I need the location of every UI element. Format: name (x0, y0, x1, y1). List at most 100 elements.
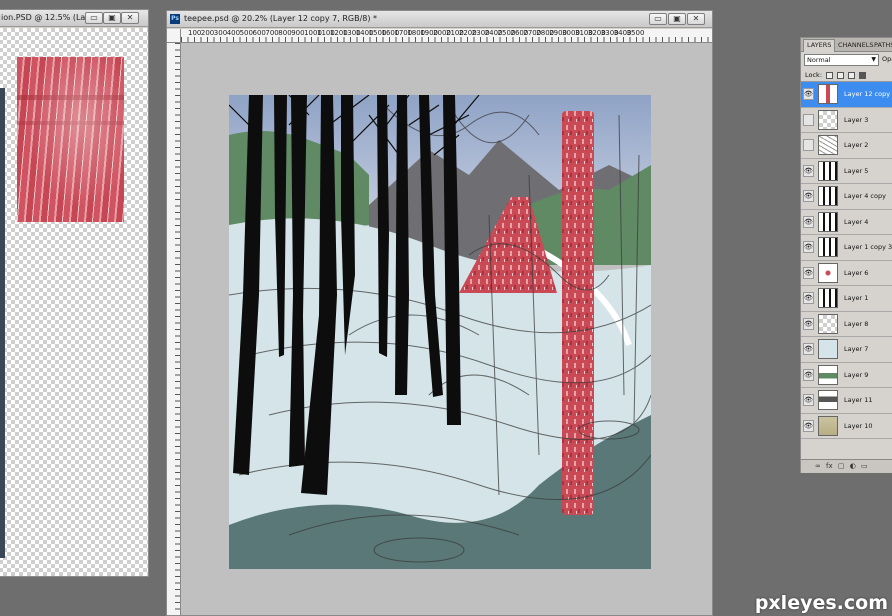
layer-name[interactable]: Layer 3 (844, 116, 868, 124)
layer-thumbnail[interactable] (818, 211, 838, 232)
panel-footer-icons[interactable]: ∞ fx ▢ ◐ ▭ (815, 462, 868, 470)
eye-icon[interactable]: 👁 (803, 419, 814, 432)
ruler-ticks (175, 43, 180, 615)
lock-label: Lock: (805, 71, 823, 79)
layer-thumbnail[interactable] (818, 160, 838, 181)
eye-icon[interactable]: 👁 (803, 394, 814, 406)
layer-row[interactable]: 👁 Layer 11 (801, 388, 892, 414)
photoshop-icon: Ps (170, 14, 180, 24)
layer-name[interactable]: Layer 12 copy (844, 90, 890, 98)
ruler-corner[interactable] (167, 29, 181, 43)
ruler-label: 300 (213, 29, 228, 37)
layer-row[interactable]: 👁 Layer 4 (801, 210, 892, 235)
layer-row[interactable]: 👁 Layer 5 (801, 159, 892, 184)
minimize-button[interactable]: ▭ (649, 13, 667, 25)
left-window-canvas[interactable] (0, 28, 148, 576)
layer-name[interactable]: Layer 8 (844, 320, 868, 328)
close-button[interactable]: ✕ (121, 12, 139, 24)
layer-row[interactable]: 👁 Layer 6 (801, 261, 892, 286)
layer-row[interactable]: 👁 Layer 12 copy (801, 82, 892, 108)
layer-row[interactable]: 👁 Layer 4 copy (801, 184, 892, 210)
eye-icon[interactable]: 👁 (803, 292, 814, 304)
layers-list[interactable]: 👁 Layer 12 copy Layer 3 Layer 2 👁 Layer 5 👁 Lay… (801, 82, 892, 460)
panel-footer: ∞ fx ▢ ◐ ▭ (801, 459, 892, 473)
layer-thumbnail[interactable] (818, 186, 838, 206)
layer-thumbnail[interactable] (818, 415, 838, 436)
left-edge-strip (0, 88, 5, 558)
maximize-button[interactable]: ▣ (103, 12, 121, 24)
layer-name[interactable]: Layer 6 (844, 269, 868, 277)
visibility-toggle[interactable] (803, 139, 814, 151)
layer-name[interactable]: Layer 2 (844, 141, 868, 149)
eye-icon[interactable]: 👁 (803, 88, 814, 100)
layer-name[interactable]: Layer 5 (844, 167, 868, 175)
layer-thumbnail[interactable] (818, 262, 838, 283)
eye-icon[interactable]: 👁 (803, 368, 814, 381)
ruler-label: 700 (265, 29, 279, 37)
left-window-titlebar[interactable]: ion.PSD @ 12.5% (Lay... ▭ ▣ ✕ (0, 10, 148, 27)
eye-icon[interactable]: 👁 (803, 317, 814, 330)
layer-thumbnail[interactable] (818, 390, 838, 410)
layer-thumbnail[interactable] (818, 288, 838, 308)
layer-name[interactable]: Layer 7 (844, 345, 868, 353)
layer-name[interactable]: Layer 1 (844, 294, 868, 302)
layer-name[interactable]: Layer 10 (844, 422, 872, 430)
main-document-window[interactable]: Ps teepee.psd @ 20.2% (Layer 12 copy 7, … (166, 10, 713, 616)
ruler-label: 800 (278, 29, 292, 37)
layer-thumbnail[interactable] (818, 84, 838, 104)
close-button[interactable]: ✕ (687, 13, 705, 25)
layer-name[interactable]: Layer 9 (844, 371, 868, 379)
layer-row[interactable]: Layer 3 (801, 108, 892, 133)
document-canvas[interactable] (229, 95, 651, 569)
layer-name[interactable]: Layer 1 copy 3 (844, 243, 892, 251)
layer-row[interactable]: 👁 Layer 8 (801, 312, 892, 337)
eye-icon[interactable]: 👁 (803, 241, 814, 253)
layers-panel[interactable]: LAYERS CHANNELS PATHS Normal ▼ Opa Lock:… (800, 37, 892, 473)
layer-thumbnail[interactable] (818, 109, 838, 130)
document-workspace[interactable] (181, 43, 712, 615)
ruler-label: 500 (239, 29, 253, 37)
layer-name[interactable]: Layer 4 copy (844, 192, 886, 200)
eye-icon[interactable]: 👁 (803, 164, 814, 177)
lock-paint-icon[interactable] (837, 71, 845, 79)
layer-thumbnail[interactable] (818, 339, 838, 359)
layer-name[interactable]: Layer 11 (844, 396, 872, 404)
layer-thumbnail[interactable] (818, 313, 838, 334)
ruler-ticks (181, 37, 712, 42)
eye-icon[interactable]: 👁 (803, 215, 814, 228)
layer-thumbnail[interactable] (818, 237, 838, 257)
layer-row[interactable]: 👁 Layer 7 (801, 337, 892, 363)
layer-thumbnail[interactable] (818, 135, 838, 155)
red-pole (562, 111, 594, 515)
lock-move-icon[interactable] (848, 71, 856, 79)
blend-mode-value: Normal (807, 56, 831, 64)
main-window-titlebar[interactable]: Ps teepee.psd @ 20.2% (Layer 12 copy 7, … (167, 11, 712, 28)
blend-mode-select[interactable]: Normal ▼ (804, 54, 879, 66)
layer-thumbnail[interactable] (818, 364, 838, 385)
watermark: pxleyes.com (754, 592, 888, 614)
layer-row[interactable]: 👁 Layer 10 (801, 414, 892, 439)
layer-name[interactable]: Layer 4 (844, 218, 868, 226)
tab-paths[interactable]: PATHS (871, 40, 892, 50)
layer-row[interactable]: 👁 Layer 1 copy 3 (801, 235, 892, 261)
left-window-title: ion.PSD @ 12.5% (Lay... (1, 13, 97, 22)
horizontal-ruler[interactable]: 0100200300400500600700800900100011001200… (181, 29, 712, 43)
lock-all-icon[interactable] (859, 71, 867, 79)
eye-icon[interactable]: 👁 (803, 343, 814, 355)
layer-row[interactable]: Layer 2 (801, 133, 892, 159)
main-window-title: teepee.psd @ 20.2% (Layer 12 copy 7, RGB… (184, 14, 378, 23)
visibility-toggle[interactable] (803, 113, 814, 126)
vertical-ruler[interactable] (167, 43, 181, 615)
maximize-button[interactable]: ▣ (668, 13, 686, 25)
ruler-label: 200 (200, 29, 215, 37)
eye-icon[interactable]: 👁 (803, 190, 814, 202)
ruler-label: 900 (291, 29, 305, 37)
lock-transparency-icon[interactable] (826, 71, 834, 79)
layer-row[interactable]: 👁 Layer 1 (801, 286, 892, 312)
eye-icon[interactable]: 👁 (803, 266, 814, 279)
minimize-button[interactable]: ▭ (85, 12, 103, 24)
layer-row[interactable]: 👁 Layer 9 (801, 363, 892, 388)
ruler-label: 400 (226, 29, 241, 37)
tab-layers[interactable]: LAYERS (803, 39, 836, 52)
left-document-window[interactable]: ion.PSD @ 12.5% (Lay... ▭ ▣ ✕ (0, 9, 149, 577)
